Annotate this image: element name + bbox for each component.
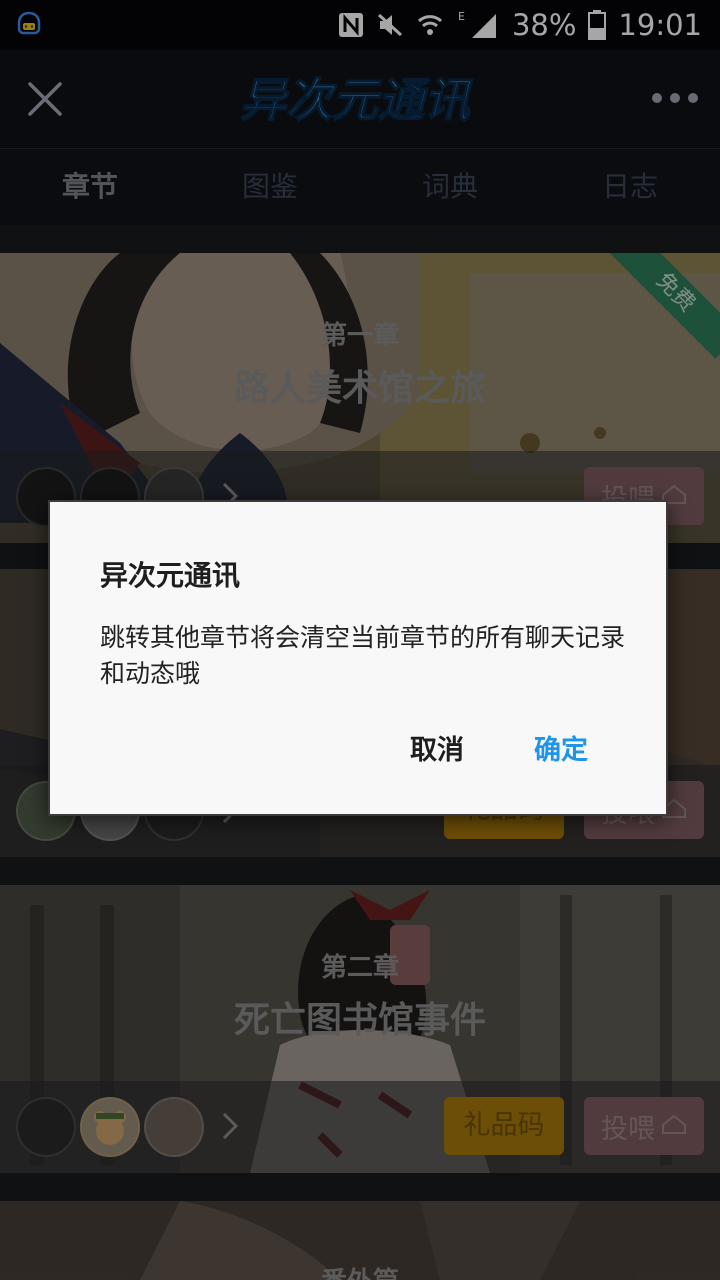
dialog-message: 跳转其他章节将会清空当前章节的所有聊天记录和动态哦 <box>100 623 626 688</box>
confirm-button[interactable]: 确定 <box>534 728 588 767</box>
dialog-title: 异次元通讯 <box>100 559 241 592</box>
confirm-dialog: 异次元通讯 跳转其他章节将会清空当前章节的所有聊天记录和动态哦 取消 确定 <box>48 500 668 816</box>
cancel-button[interactable]: 取消 <box>410 728 464 767</box>
